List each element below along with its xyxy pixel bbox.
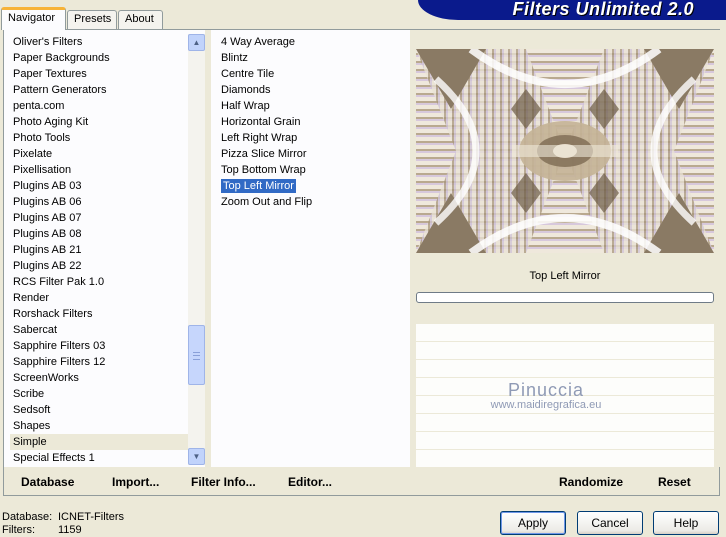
scroll-up-icon[interactable]: ▲ [188, 34, 205, 51]
category-item[interactable]: Oliver's Filters [10, 34, 188, 50]
database-value: ICNET-Filters [58, 511, 124, 523]
filters-label: Filters: [2, 524, 35, 536]
filter-item-label: Top Left Mirror [221, 179, 296, 193]
database-status: Database: ICNET-Filters [2, 511, 124, 524]
filter-item[interactable]: Centre Tile [218, 66, 408, 82]
parameter-slot [416, 342, 714, 360]
help-button[interactable]: Help [653, 511, 719, 535]
tab-presets[interactable]: Presets [67, 10, 117, 29]
category-item[interactable]: Sapphire Filters 12 [10, 354, 188, 370]
title-banner: Filters Unlimited 2.0 [418, 0, 726, 20]
category-item[interactable]: Special Effects 1 [10, 450, 188, 465]
filter-list[interactable]: 4 Way Average Blintz Centre Tile Diamonds Ha… [218, 34, 408, 465]
category-item[interactable]: Pattern Generators [10, 82, 188, 98]
filters-status: Filters: 1159 [2, 524, 124, 537]
category-item[interactable]: Plugins AB 03 [10, 178, 188, 194]
database-button[interactable]: Database [21, 475, 74, 489]
filters-unlimited-window: Filters Unlimited 2.0 Navigator Presets … [0, 0, 726, 537]
category-item[interactable]: Plugins AB 06 [10, 194, 188, 210]
category-item[interactable]: Render [10, 290, 188, 306]
editor-button[interactable]: Editor... [288, 475, 332, 489]
cancel-button[interactable]: Cancel [577, 511, 643, 535]
filter-info-button[interactable]: Filter Info... [191, 475, 256, 489]
category-item[interactable]: Shapes [10, 418, 188, 434]
parameter-slot [416, 414, 714, 432]
tab-about[interactable]: About [118, 10, 163, 29]
filter-item[interactable]: Top Left Mirror [218, 178, 408, 194]
navigator-panel: Oliver's Filters Paper Backgrounds Paper T… [3, 29, 720, 496]
divider [205, 30, 211, 467]
filter-item[interactable]: Diamonds [218, 82, 408, 98]
category-item[interactable]: Plugins AB 21 [10, 242, 188, 258]
category-item[interactable]: Simple [10, 434, 188, 450]
category-item[interactable]: Sapphire Filters 03 [10, 338, 188, 354]
category-item[interactable]: Plugins AB 07 [10, 210, 188, 226]
category-item[interactable]: ScreenWorks [10, 370, 188, 386]
randomize-button[interactable]: Randomize [559, 475, 623, 489]
filter-item[interactable]: Pizza Slice Mirror [218, 146, 408, 162]
category-item[interactable]: penta.com [10, 98, 188, 114]
category-item[interactable]: Paper Backgrounds [10, 50, 188, 66]
reset-button[interactable]: Reset [658, 475, 691, 489]
category-item[interactable]: Scribe [10, 386, 188, 402]
filter-item[interactable]: Left Right Wrap [218, 130, 408, 146]
filter-item[interactable]: Half Wrap [218, 98, 408, 114]
category-item[interactable]: Plugins AB 22 [10, 258, 188, 274]
import-button[interactable]: Import... [112, 475, 159, 489]
category-item[interactable]: Photo Tools [10, 130, 188, 146]
parameter-slot [416, 378, 714, 396]
parameter-slot [416, 450, 714, 468]
category-list[interactable]: Oliver's Filters Paper Backgrounds Paper T… [10, 34, 188, 465]
category-item[interactable]: Photo Aging Kit [10, 114, 188, 130]
tab-navigator[interactable]: Navigator [1, 7, 66, 30]
category-item[interactable]: Paper Textures [10, 66, 188, 82]
filter-item[interactable]: 4 Way Average [218, 34, 408, 50]
category-item[interactable]: Sabercat [10, 322, 188, 338]
filter-item[interactable]: Zoom Out and Flip [218, 194, 408, 210]
category-item[interactable]: RCS Filter Pak 1.0 [10, 274, 188, 290]
parameter-slot [416, 360, 714, 378]
effect-name-label: Top Left Mirror [529, 270, 601, 282]
parameter-slot [416, 432, 714, 450]
preview-image [416, 49, 714, 253]
filter-item[interactable]: Horizontal Grain [218, 114, 408, 130]
category-scrollbar[interactable]: ▲ ▼ [188, 34, 205, 465]
filter-item[interactable]: Top Bottom Wrap [218, 162, 408, 178]
scroll-down-icon[interactable]: ▼ [188, 448, 205, 465]
scrollbar-grip [193, 352, 200, 360]
filters-count: 1159 [58, 524, 82, 536]
app-title: Filters Unlimited 2.0 [512, 0, 694, 19]
scrollbar-thumb[interactable] [188, 325, 205, 385]
database-label: Database: [2, 511, 53, 523]
progress-bar [416, 292, 714, 303]
parameter-slot [416, 324, 714, 342]
category-item[interactable]: Plugins AB 08 [10, 226, 188, 242]
action-strip: Database Import... Filter Info... Editor… [4, 467, 719, 495]
apply-button[interactable]: Apply [500, 511, 566, 535]
parameter-slot [416, 396, 714, 414]
parameter-area [416, 324, 714, 468]
category-item[interactable]: Pixelate [10, 146, 188, 162]
category-item[interactable]: Pixellisation [10, 162, 188, 178]
status-area: Database: ICNET-Filters Filters: 1159 [2, 511, 124, 537]
category-item[interactable]: Sedsoft [10, 402, 188, 418]
category-item[interactable]: Rorshack Filters [10, 306, 188, 322]
filter-item[interactable]: Blintz [218, 50, 408, 66]
preview-pane: Top Left Mirror Pinuccia www.maidiregraf… [416, 30, 720, 468]
